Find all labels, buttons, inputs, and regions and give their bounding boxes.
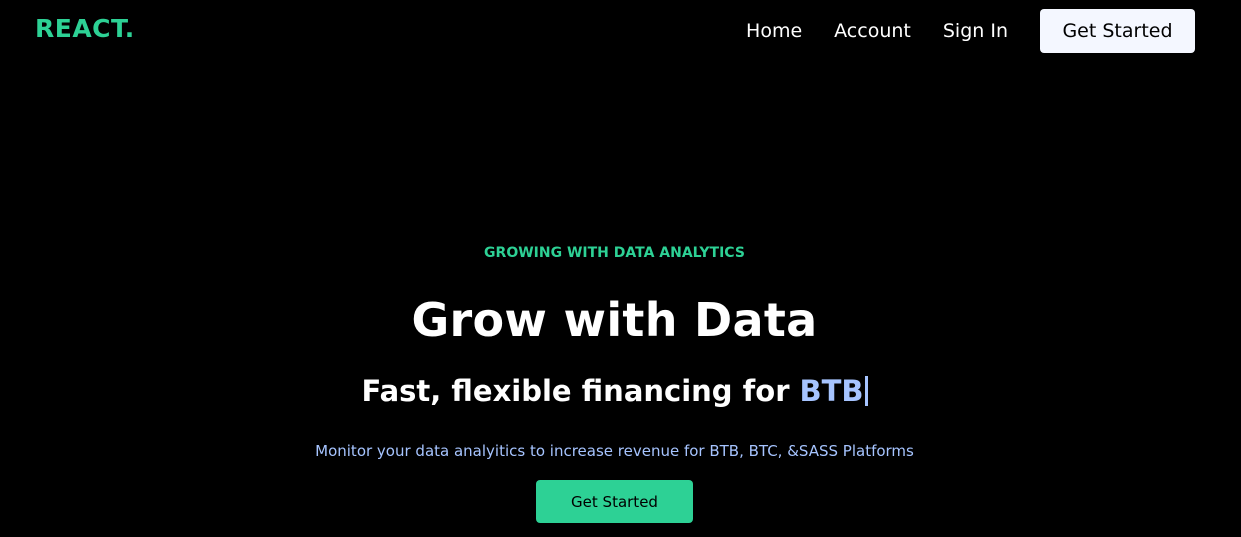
logo[interactable]: REACT. — [35, 14, 135, 43]
hero-get-started-button[interactable]: Get Started — [536, 480, 693, 523]
nav-sign-in-link[interactable]: Sign In — [943, 20, 1008, 42]
typed-text: BTB — [799, 374, 864, 408]
subheadline-prefix: Fast, flexible financing for — [361, 374, 790, 408]
hero-headline: Grow with Data — [411, 293, 818, 347]
hero-eyebrow: GROWING WITH DATA ANALYTICS — [484, 245, 745, 261]
hero-tagline: Monitor your data analyitics to increase… — [315, 442, 914, 460]
nav-get-started-button[interactable]: Get Started — [1040, 9, 1195, 53]
typing-cursor — [864, 376, 868, 406]
hero-subheadline: Fast, flexible financing for BTB — [0, 374, 1229, 408]
landing-page: REACT. Home Account Sign In Get Started … — [0, 0, 1241, 537]
nav-account-link[interactable]: Account — [834, 20, 911, 42]
nav-home-link[interactable]: Home — [746, 20, 802, 42]
top-nav: Home Account Sign In Get Started — [746, 9, 1195, 53]
